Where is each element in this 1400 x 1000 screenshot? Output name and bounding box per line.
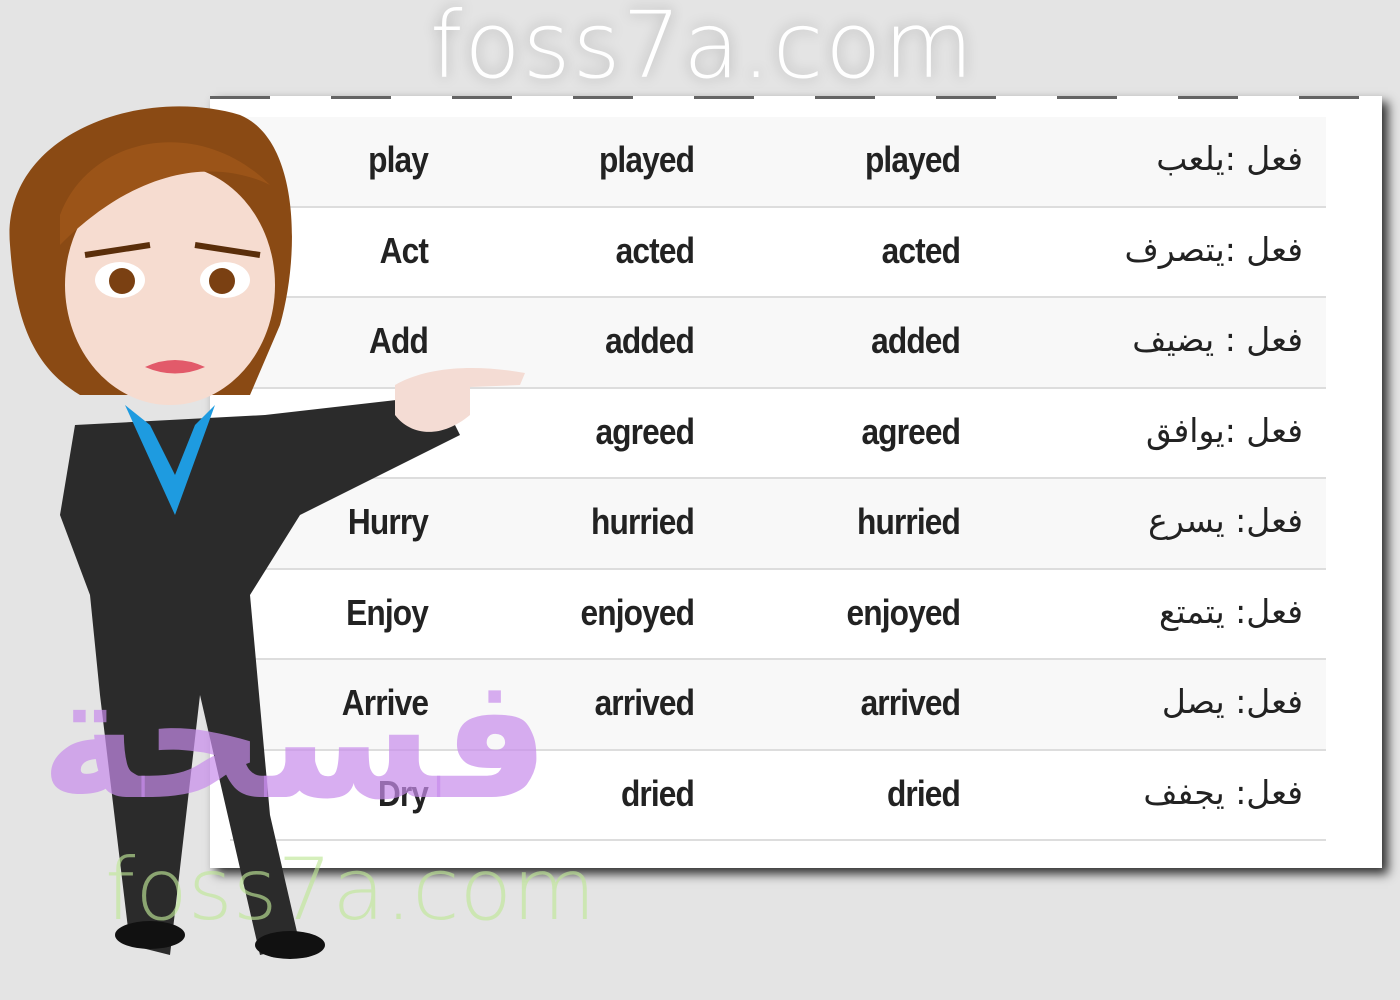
arabic-meaning-cell: فعل : يضيف <box>1132 320 1303 359</box>
watermark-logo: فسحة <box>40 640 550 838</box>
past-simple-cell: hurried <box>591 501 695 542</box>
arabic-meaning-cell: فعل: يجفف <box>1143 772 1303 812</box>
past-participle-cell: dried <box>886 772 961 814</box>
past-simple-cell: played <box>598 139 695 180</box>
arabic-meaning-cell: فعل :يتصرف <box>1124 229 1303 269</box>
arabic-meaning-cell: فعل: يتمتع <box>1158 591 1303 631</box>
arabic-meaning-cell: فعل: يسرع <box>1148 501 1303 540</box>
watermark-top: foss7a.com <box>430 0 976 99</box>
past-participle-cell: hurried <box>857 501 961 542</box>
arabic-meaning-cell: فعل :يلعب <box>1156 139 1303 178</box>
past-simple-cell: enjoyed <box>580 591 694 633</box>
arabic-meaning-cell: فعل: يصل <box>1161 682 1303 721</box>
past-participle-cell: arrived <box>860 682 960 723</box>
past-participle-cell: enjoyed <box>846 591 960 633</box>
past-simple-cell: acted <box>615 229 695 271</box>
past-simple-cell: dried <box>620 772 695 814</box>
past-participle-cell: acted <box>881 229 961 271</box>
arabic-meaning-cell: فعل :يوافق <box>1146 410 1303 450</box>
past-participle-cell: played <box>864 139 961 180</box>
watermark-bottom: foss7a.com <box>105 840 596 940</box>
past-participle-cell: agreed <box>861 410 960 452</box>
past-participle-cell: added <box>871 320 961 361</box>
past-simple-cell: arrived <box>594 682 694 723</box>
past-simple-cell: agreed <box>595 410 694 452</box>
past-simple-cell: added <box>605 320 695 361</box>
